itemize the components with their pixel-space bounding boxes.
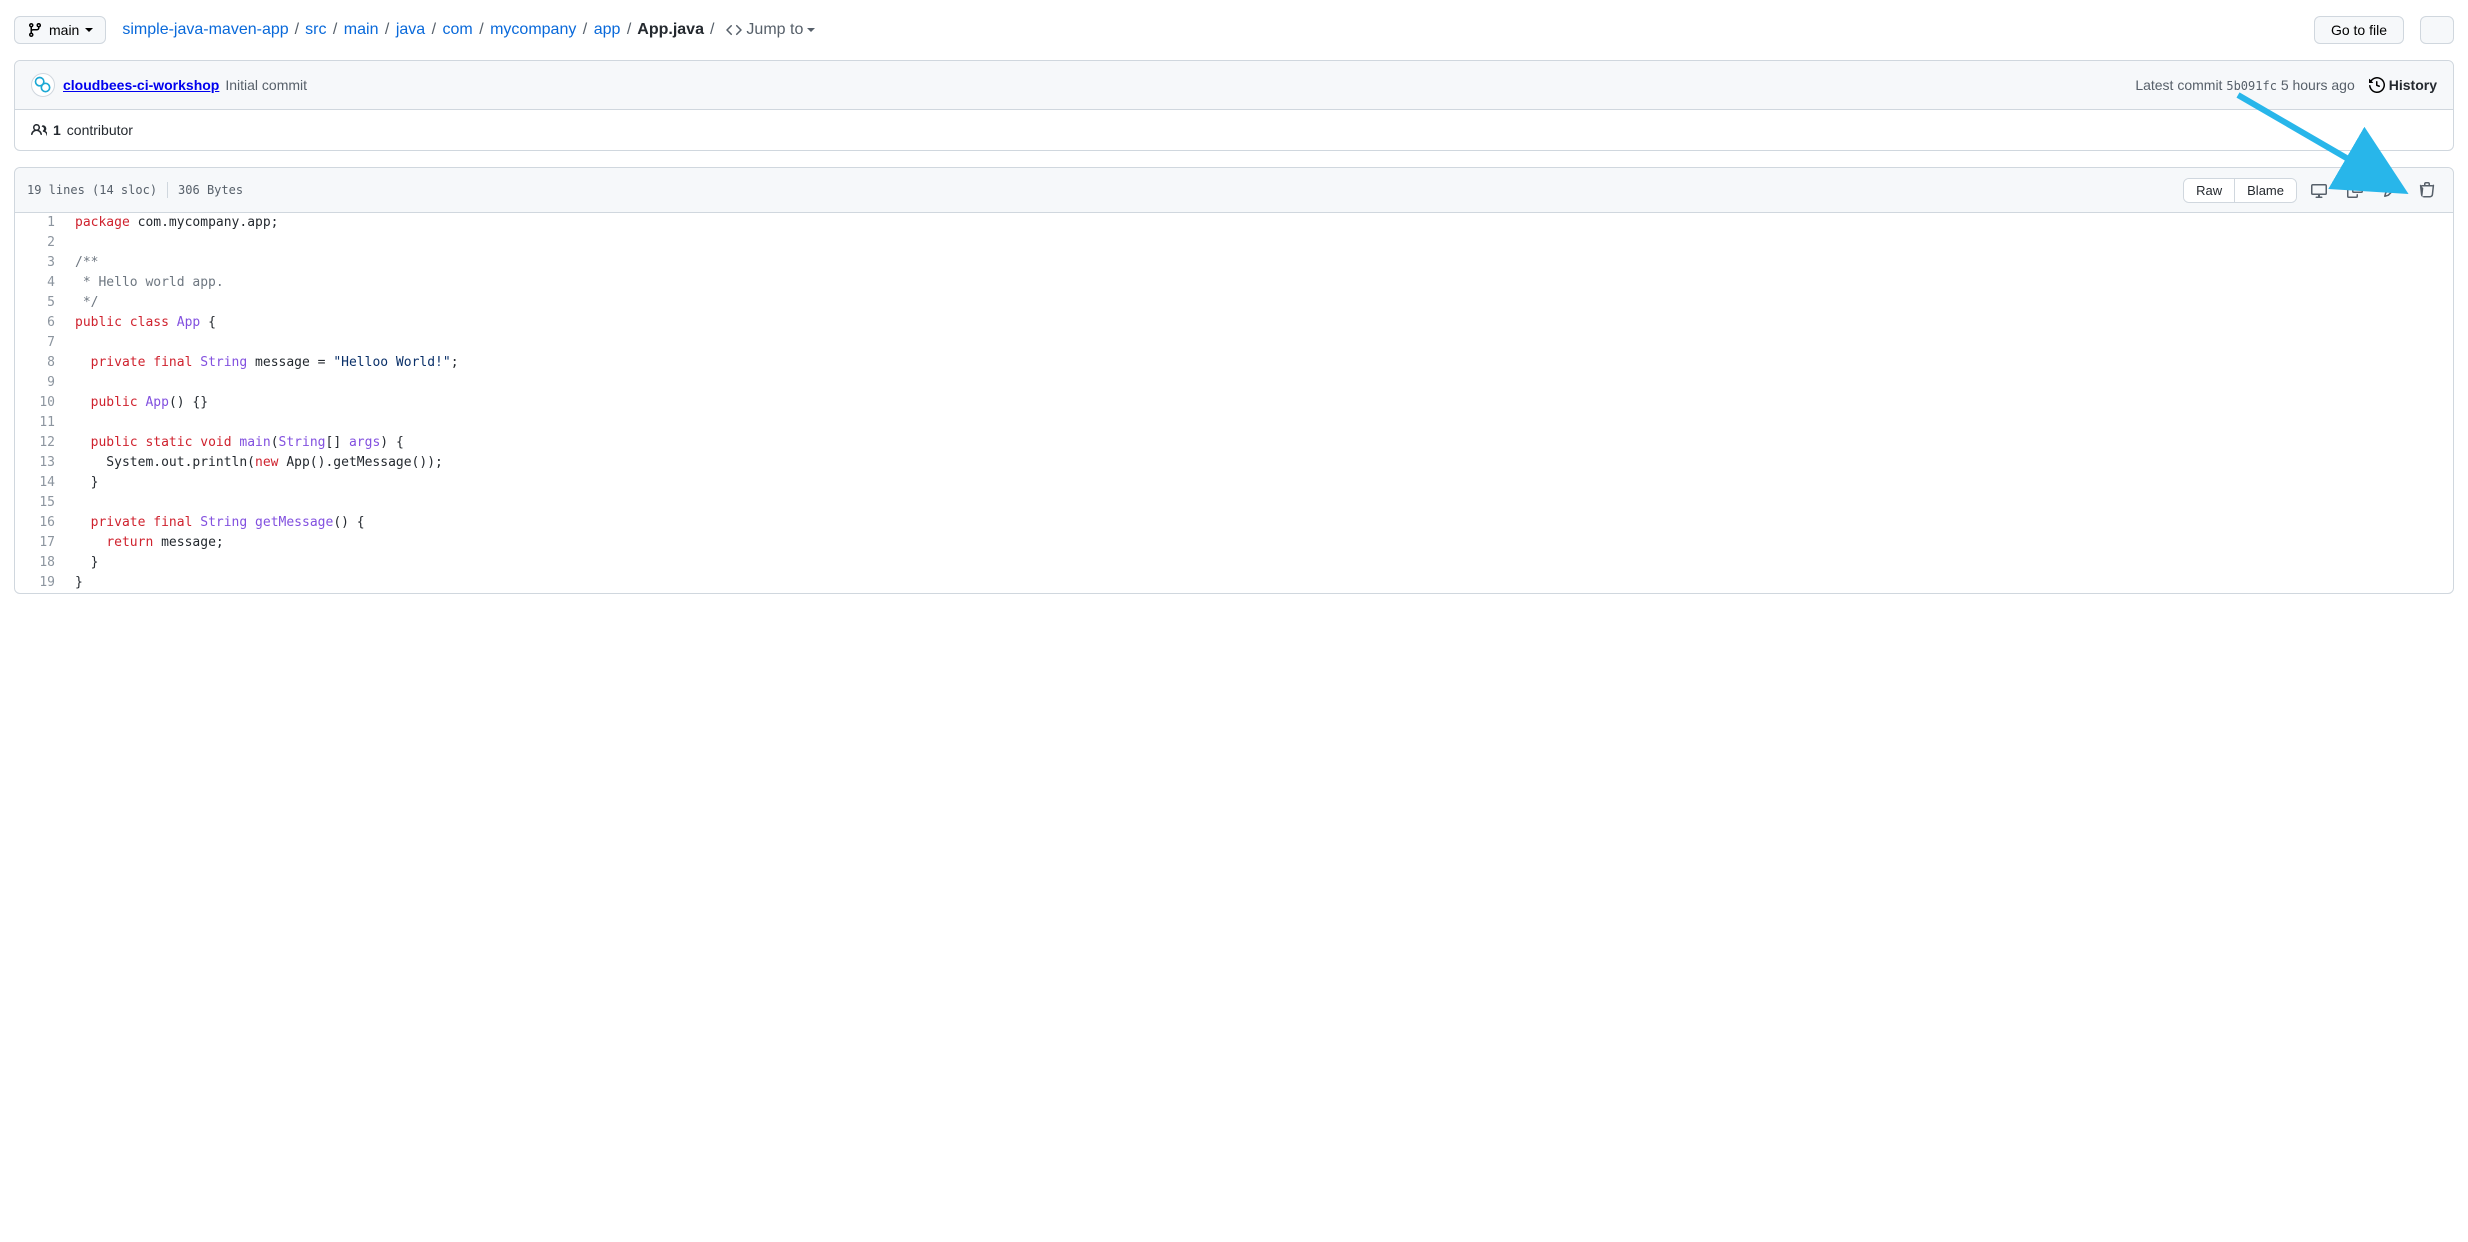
latest-commit-row: cloudbees-ci-workshop Initial commit Lat… — [15, 61, 2453, 110]
history-link[interactable]: History — [2369, 77, 2437, 93]
code-line: return message; — [65, 533, 2453, 553]
code-line: package com.mycompany.app; — [65, 213, 2453, 233]
commit-box: cloudbees-ci-workshop Initial commit Lat… — [14, 60, 2454, 151]
breadcrumb-segment[interactable]: com — [443, 21, 473, 38]
line-number[interactable]: 8 — [15, 353, 65, 373]
line-number[interactable]: 13 — [15, 453, 65, 473]
code-line: public class App { — [65, 313, 2453, 333]
code-line: */ — [65, 293, 2453, 313]
line-number[interactable]: 19 — [15, 573, 65, 593]
line-number[interactable]: 9 — [15, 373, 65, 393]
edit-file-button[interactable] — [2377, 176, 2405, 204]
file-view-box: 19 lines (14 sloc) 306 Bytes Raw Blame — [14, 167, 2454, 594]
code-line: * Hello world app. — [65, 273, 2453, 293]
pencil-icon — [2383, 182, 2399, 198]
people-icon — [31, 122, 47, 138]
branch-name: main — [49, 22, 79, 38]
code-line — [65, 373, 2453, 393]
line-number[interactable]: 16 — [15, 513, 65, 533]
code-view: 1package com.mycompany.app;2 3/**4 * Hel… — [15, 213, 2453, 593]
line-number[interactable]: 7 — [15, 333, 65, 353]
more-options-button[interactable] — [2420, 16, 2454, 44]
code-line: } — [65, 553, 2453, 573]
line-number[interactable]: 2 — [15, 233, 65, 253]
open-desktop-button[interactable] — [2305, 176, 2333, 204]
breadcrumb-file: App.java — [637, 21, 704, 39]
file-nav-row: main simple-java-maven-app / src / main … — [14, 16, 2454, 44]
line-number[interactable]: 15 — [15, 493, 65, 513]
breadcrumb: simple-java-maven-app / src / main / jav… — [122, 21, 815, 39]
code-line: public App() {} — [65, 393, 2453, 413]
line-number[interactable]: 5 — [15, 293, 65, 313]
trash-icon — [2419, 182, 2435, 198]
copy-button[interactable] — [2341, 176, 2369, 204]
blame-button[interactable]: Blame — [2234, 179, 2296, 202]
code-line: System.out.println(new App().getMessage(… — [65, 453, 2453, 473]
line-number[interactable]: 12 — [15, 433, 65, 453]
breadcrumb-segment[interactable]: mycompany — [490, 21, 576, 38]
contributors-row[interactable]: 1 contributor — [15, 110, 2453, 150]
breadcrumb-segment[interactable]: main — [344, 21, 379, 38]
line-number[interactable]: 17 — [15, 533, 65, 553]
breadcrumb-segment[interactable]: app — [594, 21, 621, 38]
line-number[interactable]: 11 — [15, 413, 65, 433]
code-line: private final String message = "Helloo W… — [65, 353, 2453, 373]
file-size-info: 306 Bytes — [178, 183, 243, 197]
copy-icon — [2347, 182, 2363, 198]
line-number[interactable]: 3 — [15, 253, 65, 273]
avatar[interactable] — [31, 73, 55, 97]
code-line: private final String getMessage() { — [65, 513, 2453, 533]
commit-author[interactable]: cloudbees-ci-workshop — [63, 77, 219, 93]
code-line — [65, 233, 2453, 253]
branch-selector[interactable]: main — [14, 16, 106, 44]
desktop-icon — [2311, 182, 2327, 198]
line-number[interactable]: 18 — [15, 553, 65, 573]
commit-sha[interactable]: 5b091fc — [2226, 79, 2277, 93]
line-number[interactable]: 14 — [15, 473, 65, 493]
breadcrumb-segment[interactable]: src — [305, 21, 326, 38]
raw-blame-group: Raw Blame — [2183, 178, 2297, 203]
file-lines-info: 19 lines (14 sloc) — [27, 183, 157, 197]
code-line — [65, 413, 2453, 433]
code-icon — [726, 22, 742, 38]
breadcrumb-repo[interactable]: simple-java-maven-app — [122, 21, 288, 39]
breadcrumb-segment[interactable]: java — [396, 21, 425, 38]
line-number[interactable]: 6 — [15, 313, 65, 333]
code-line — [65, 493, 2453, 513]
delete-file-button[interactable] — [2413, 176, 2441, 204]
code-line: public static void main(String[] args) { — [65, 433, 2453, 453]
latest-commit-label: Latest commit — [2135, 77, 2222, 93]
cloudbees-logo-icon — [33, 75, 53, 95]
jump-to-menu[interactable]: Jump to — [726, 21, 815, 39]
code-line: } — [65, 473, 2453, 493]
caret-down-icon — [807, 28, 815, 32]
contributors-label: contributor — [67, 122, 133, 138]
contributors-count: 1 — [53, 122, 61, 138]
caret-down-icon — [85, 28, 93, 32]
line-number[interactable]: 4 — [15, 273, 65, 293]
raw-button[interactable]: Raw — [2184, 179, 2234, 202]
commit-time: 5 hours ago — [2281, 77, 2355, 93]
file-header: 19 lines (14 sloc) 306 Bytes Raw Blame — [15, 168, 2453, 213]
go-to-file-button[interactable]: Go to file — [2314, 16, 2404, 44]
commit-message[interactable]: Initial commit — [225, 77, 307, 93]
code-line: } — [65, 573, 2453, 593]
git-branch-icon — [27, 22, 43, 38]
history-icon — [2369, 77, 2385, 93]
code-line: /** — [65, 253, 2453, 273]
line-number[interactable]: 1 — [15, 213, 65, 233]
line-number[interactable]: 10 — [15, 393, 65, 413]
code-line — [65, 333, 2453, 353]
